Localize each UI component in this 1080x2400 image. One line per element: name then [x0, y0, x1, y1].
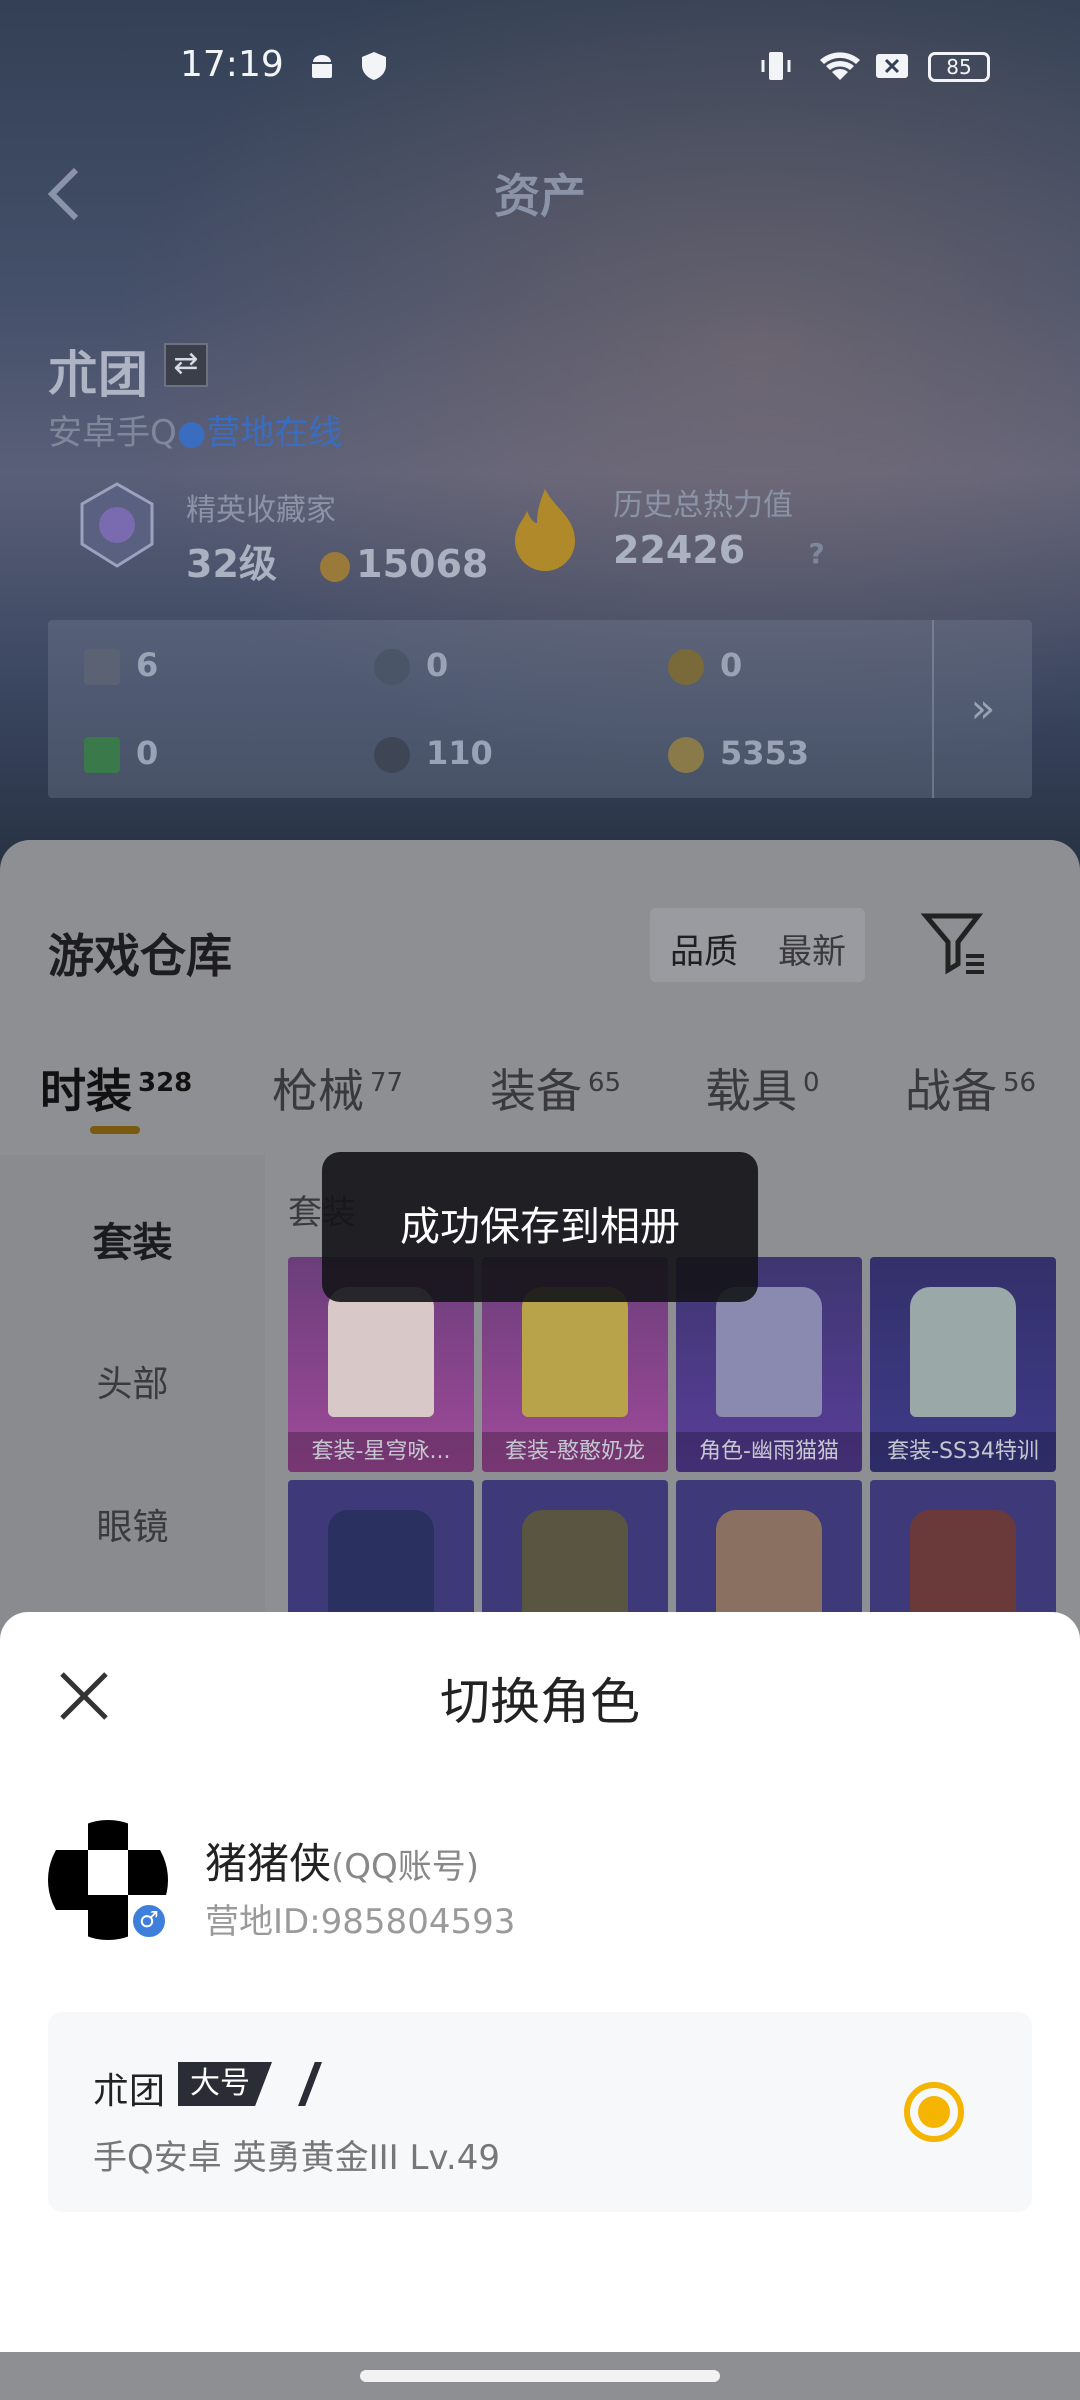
flame-icon — [515, 489, 575, 571]
camp-id: 营地ID:985804593 — [205, 1902, 516, 1942]
filter-icon[interactable] — [920, 908, 990, 978]
no-sim-icon — [876, 54, 908, 78]
battery-icon: 85 — [928, 52, 990, 82]
switch-role-sheet: 切换角色 ♂ 猪猪侠(QQ账号) 营地ID:985804593 朮团 大号 手Q… — [0, 1612, 1080, 2352]
sort-newest-button[interactable]: 最新 — [778, 924, 846, 973]
profile-username: 朮团 — [48, 346, 148, 404]
heat-help-icon[interactable]: ? — [808, 537, 824, 570]
role-option[interactable]: 朮团 大号 手Q安卓 英勇黄金III Lv.49 — [48, 2012, 1032, 2212]
page-title: 资产 — [494, 169, 586, 223]
active-tab-indicator — [90, 1126, 140, 1134]
sheet-title: 切换角色 — [440, 1673, 640, 1731]
toast-message: 成功保存到相册 — [322, 1152, 758, 1302]
green-card-icon — [84, 737, 120, 773]
tab-firearms[interactable]: 枪械 77 — [272, 1055, 403, 1121]
vibrate-icon — [761, 52, 791, 80]
collector-label: 精英收藏家 — [186, 493, 336, 528]
android-icon — [312, 55, 332, 78]
collector-level: 32级 — [186, 542, 277, 586]
account-nickname: 猪猪侠(QQ账号) — [205, 1839, 480, 1888]
outfit-image — [910, 1287, 1016, 1417]
dark-coin-icon — [374, 737, 410, 773]
collector-stat: 精英收藏家 32级 15068 — [186, 485, 488, 588]
role-tag-stripe — [298, 2062, 322, 2106]
asset-item: 0 — [374, 646, 448, 685]
card-icon — [84, 649, 120, 685]
status-time: 17:19 — [180, 44, 284, 85]
collector-badge-icon — [80, 482, 154, 568]
male-gender-icon: ♂ — [130, 1902, 168, 1940]
sidebar-item-glasses[interactable]: 眼镜 — [0, 1498, 265, 1550]
tab-vehicles[interactable]: 载具 0 — [705, 1055, 820, 1121]
role-tag: 大号 — [178, 2062, 272, 2106]
asset-item: 0 — [668, 646, 742, 685]
sidebar-item-head[interactable]: 头部 — [0, 1355, 265, 1407]
sort-toggle: 品质 最新 — [650, 908, 865, 982]
online-status: 营地在线 — [206, 413, 343, 453]
collector-points: 15068 — [356, 542, 489, 586]
points-coin-icon — [320, 551, 351, 582]
heat-stat: 历史总热力值 22426 ? — [613, 480, 825, 572]
asset-item: 6 — [84, 646, 158, 685]
sidebar-item-outfit[interactable]: 套装 — [0, 1210, 265, 1268]
warehouse-title: 游戏仓库 — [48, 929, 232, 983]
character-image — [716, 1287, 822, 1417]
top-nav: 资产 — [0, 150, 1080, 230]
tab-supplies[interactable]: 战备 56 — [905, 1055, 1036, 1121]
gold-a-coin-icon — [668, 649, 704, 685]
role-name: 朮团 — [93, 2071, 166, 2112]
tab-fashion[interactable]: 时装 328 — [40, 1055, 192, 1121]
asset-summary: 6 0 0 0 110 5353 » — [48, 620, 1032, 798]
heat-value: 22426 — [613, 528, 746, 572]
item-tile[interactable]: 套装-SS34特训 — [870, 1257, 1056, 1472]
gold-coin-icon — [668, 737, 704, 773]
sort-quality-button[interactable]: 品质 — [670, 924, 738, 973]
tab-equipment[interactable]: 装备 65 — [490, 1055, 621, 1121]
platform-label: 安卓手Q — [48, 413, 177, 453]
outfit-image — [522, 1287, 628, 1417]
asset-item: 5353 — [668, 734, 809, 773]
selected-radio[interactable] — [904, 2082, 964, 2142]
role-info: 手Q安卓 英勇黄金III Lv.49 — [93, 2138, 500, 2178]
status-bar: 17:19 85 — [0, 40, 1080, 100]
outfit-image — [328, 1287, 434, 1417]
account-type: (QQ账号) — [331, 1847, 480, 1887]
heat-label: 历史总热力值 — [613, 488, 793, 523]
asset-item: 0 — [84, 734, 158, 773]
wifi-icon — [820, 52, 860, 80]
gesture-bar[interactable] — [360, 2370, 720, 2382]
switch-role-icon[interactable]: ⇄ — [164, 343, 208, 387]
profile-subtitle: 安卓手Q●营地在线 — [48, 413, 343, 453]
app-shield-icon — [362, 52, 386, 80]
asset-item: 110 — [374, 734, 493, 773]
expand-assets-icon[interactable]: » — [932, 620, 1032, 798]
silver-coin-icon — [374, 649, 410, 685]
